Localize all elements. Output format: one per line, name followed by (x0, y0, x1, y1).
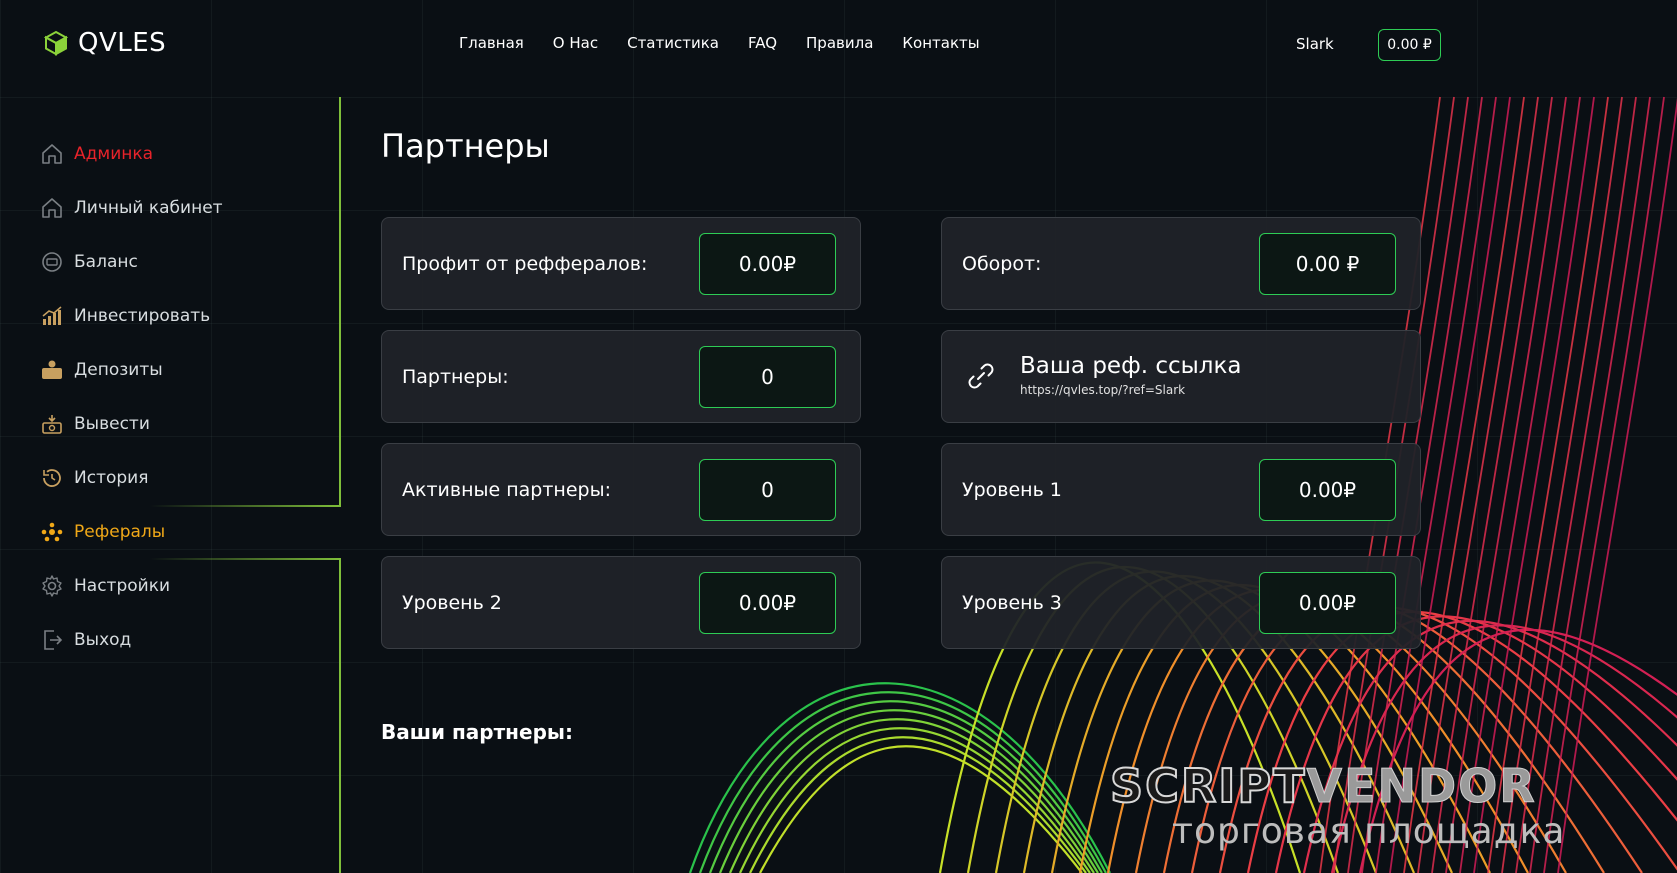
cube-logo-icon (43, 30, 69, 56)
sidebar-item-label: Рефералы (74, 522, 166, 542)
home-icon (42, 198, 62, 218)
gear-icon (42, 575, 62, 597)
history-icon (43, 469, 61, 487)
sidebar-item-label: Депозиты (74, 360, 163, 380)
sidebar-item-label: Админка (74, 144, 154, 164)
level2-card: Уровень 2 0.00₽ (381, 556, 861, 649)
watermark-brand: SCRIPTVENDOR (1109, 762, 1655, 810)
nav-contacts[interactable]: Контакты (902, 34, 979, 52)
partners-card: Партнеры: 0 (381, 330, 861, 423)
sidebar-item-admin[interactable]: Админка (40, 142, 153, 166)
sidebar-item-invest[interactable]: Инвестировать (40, 304, 210, 328)
watermark-subtitle: торговая площадка (1172, 811, 1566, 852)
sidebar-item-balance[interactable]: Баланс (40, 250, 138, 274)
active-partners-card: Активные партнеры: 0 (381, 443, 861, 536)
deposit-icon (42, 360, 62, 379)
active-item-line-top (150, 505, 341, 507)
sidebar-item-settings[interactable]: Настройки (40, 574, 170, 598)
sidebar-item-label: Личный кабинет (74, 198, 223, 218)
sidebar-item-label: Инвестировать (74, 306, 211, 326)
card-value: 0.00₽ (1259, 459, 1396, 521)
level3-card: Уровень 3 0.00₽ (941, 556, 1421, 649)
ref-link-url[interactable]: https://qvles.top/?ref=Slark (1020, 383, 1185, 397)
card-label: Оборот: (962, 252, 1042, 275)
card-label: Профит от реффералов: (402, 252, 648, 275)
nav-faq[interactable]: FAQ (748, 34, 777, 52)
user-name[interactable]: Slark (1296, 35, 1334, 53)
card-value: 0.00 ₽ (1259, 233, 1396, 295)
active-item-line-bottom (150, 558, 341, 560)
sidebar-item-history[interactable]: История (40, 466, 148, 490)
turnover-card: Оборот: 0.00 ₽ (941, 217, 1421, 310)
nav-about[interactable]: О Нас (553, 34, 598, 52)
sidebar-item-label: Баланс (74, 252, 138, 272)
sidebar-item-label: Настройки (74, 576, 171, 596)
header: QVLES Главная О Нас Статистика FAQ Прави… (0, 0, 1677, 90)
card-value: 0.00₽ (699, 233, 836, 295)
nav-statistics[interactable]: Статистика (627, 34, 719, 52)
level1-card: Уровень 1 0.00₽ (941, 443, 1421, 536)
top-nav: Главная О Нас Статистика FAQ Правила Кон… (459, 34, 1009, 52)
referrals-icon (41, 522, 63, 542)
card-value: 0 (699, 346, 836, 408)
logo[interactable]: QVLES (42, 28, 166, 58)
home-icon (42, 144, 62, 164)
sidebar-item-cabinet[interactable]: Личный кабинет (40, 196, 223, 220)
balance-badge[interactable]: 0.00 ₽ (1378, 29, 1441, 61)
chart-icon (42, 306, 62, 325)
sidebar-item-referrals[interactable]: Рефералы (40, 520, 165, 544)
sidebar-item-withdraw[interactable]: Вывести (40, 412, 150, 436)
withdraw-icon (42, 415, 62, 434)
nav-rules[interactable]: Правила (806, 34, 873, 52)
logout-icon (44, 630, 63, 650)
sidebar-item-label: Вывести (74, 414, 150, 434)
sidebar-item-label: Выход (74, 630, 132, 650)
profit-card: Профит от реффералов: 0.00₽ (381, 217, 861, 310)
card-value: 0.00₽ (699, 572, 836, 634)
scriptvendor-watermark: SCRIPTVENDOR торговая площадка (1109, 762, 1655, 852)
nav-home[interactable]: Главная (459, 34, 524, 52)
wallet-icon (42, 252, 62, 272)
page-title: Партнеры (381, 127, 550, 165)
ref-link-card[interactable]: Ваша реф. ссылка https://qvles.top/?ref=… (941, 330, 1421, 423)
card-label: Уровень 2 (402, 591, 502, 614)
sidebar: Админка Личный кабинет Баланс Инвестиров… (0, 97, 342, 873)
card-value: 0 (699, 459, 836, 521)
card-label: Уровень 3 (962, 591, 1062, 614)
logo-text: QVLES (78, 28, 167, 58)
sidebar-item-label: История (74, 468, 149, 488)
watermark-brand-part1: SCRIPT (1109, 759, 1307, 813)
sidebar-divider (339, 97, 341, 506)
link-icon (968, 363, 994, 389)
card-label: Уровень 1 (962, 478, 1062, 501)
sidebar-divider-lower (339, 558, 341, 873)
ref-link-title: Ваша реф. ссылка (1020, 353, 1242, 379)
sidebar-item-deposits[interactable]: Депозиты (40, 358, 163, 382)
card-label: Активные партнеры: (402, 478, 612, 501)
sidebar-item-logout[interactable]: Выход (40, 628, 131, 652)
card-label: Партнеры: (402, 365, 509, 388)
card-value: 0.00₽ (1259, 572, 1396, 634)
watermark-brand-part2: VENDOR (1306, 759, 1537, 813)
partners-list-title: Ваши партнеры: (381, 720, 573, 744)
